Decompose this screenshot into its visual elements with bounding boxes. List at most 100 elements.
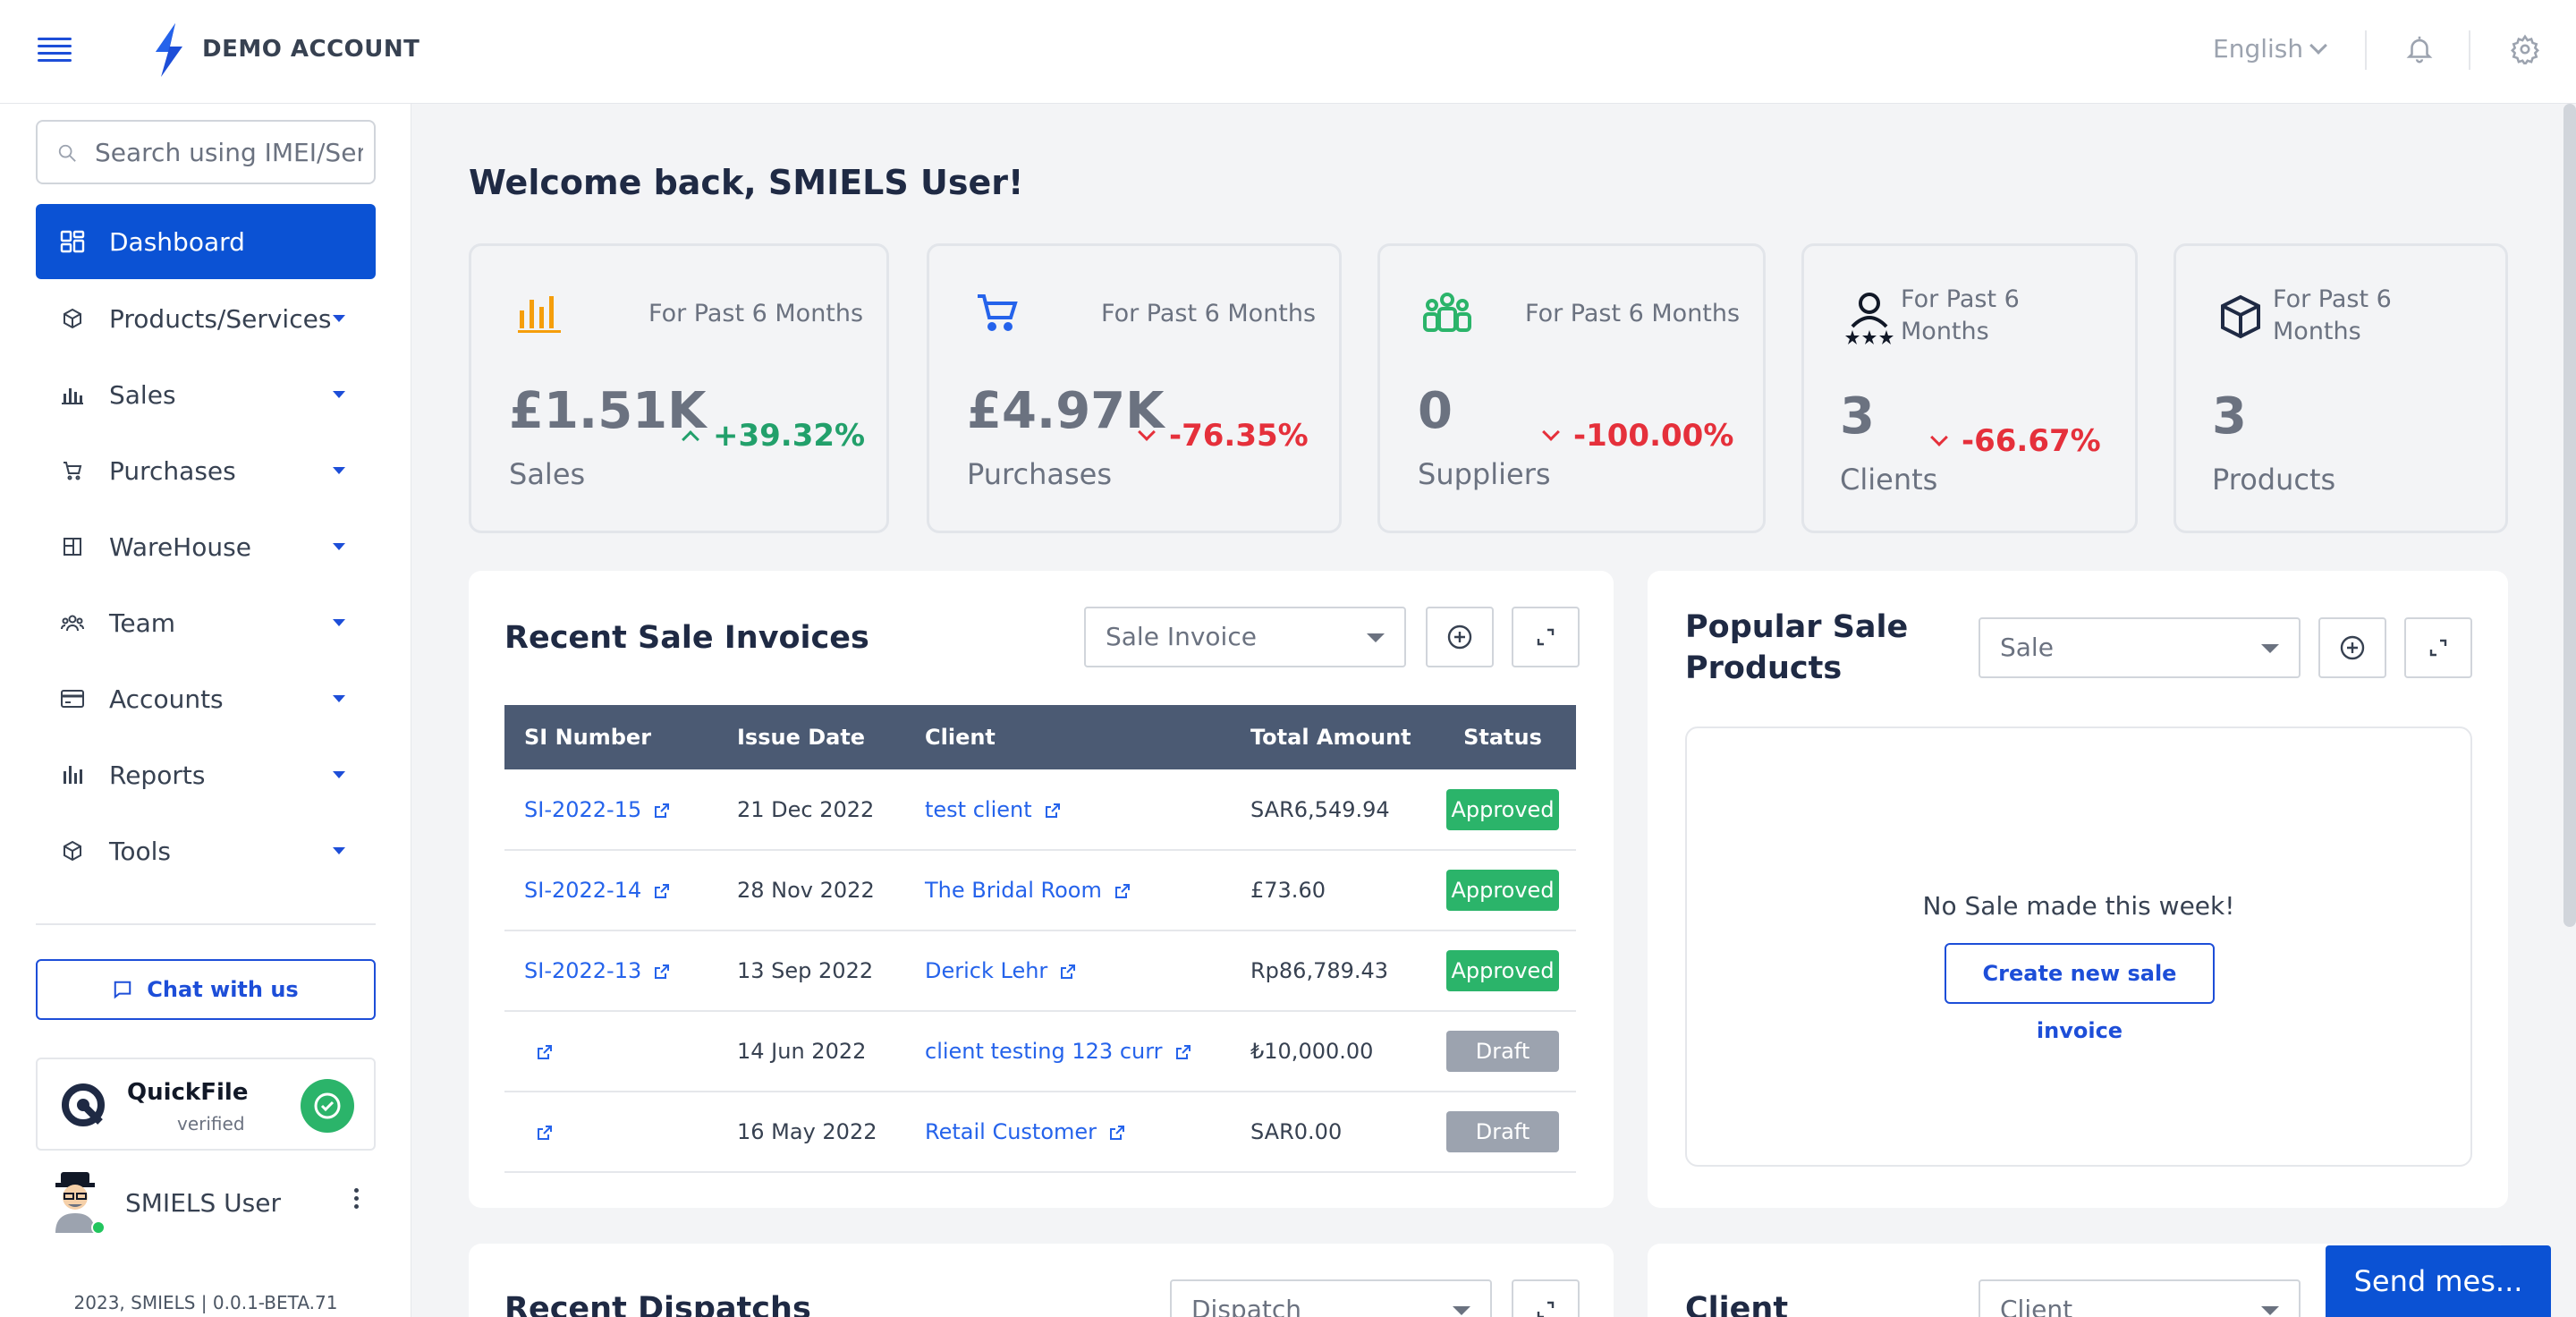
sidebar-item-label: Purchases (109, 455, 236, 486)
page-title: Welcome back, SMIELS User! (469, 163, 1024, 202)
client-link[interactable]: client testing 123 curr (925, 1039, 1191, 1064)
total-amount: SAR6,549.94 (1231, 769, 1429, 851)
bar-chart-icon (59, 381, 86, 408)
caret-down-icon (333, 771, 345, 778)
sidebar-item-tools[interactable]: Tools (36, 813, 376, 888)
stat-label: Suppliers (1418, 457, 1551, 491)
plus-circle-icon (1447, 625, 1472, 650)
status-badge: Draft (1446, 1031, 1559, 1072)
sidebar-item-dashboard[interactable]: Dashboard (36, 204, 376, 279)
panel-title: Client (1685, 1291, 1789, 1317)
client-name: test client (925, 796, 1032, 822)
panel-title-line: Products (1685, 650, 1843, 686)
reports-icon (59, 761, 86, 788)
send-message-button[interactable]: Send mes... (2326, 1245, 2551, 1317)
column-header: Status (1429, 705, 1576, 769)
sidebar-item-accounts[interactable]: Accounts (36, 661, 376, 736)
expand-button[interactable] (1512, 1279, 1580, 1317)
sidebar-item-warehouse[interactable]: WareHouse (36, 509, 376, 584)
check-circle-icon (301, 1079, 354, 1133)
stat-change-value: -66.67% (1962, 423, 2101, 459)
stat-change: +39.32% (682, 418, 866, 454)
sidebar-item-team[interactable]: Team (36, 585, 376, 660)
box-icon (59, 837, 86, 864)
stat-period: For Past 6 Months (1101, 300, 1317, 327)
dispatch-select[interactable]: Dispatch (1170, 1279, 1492, 1317)
status-badge: Approved (1446, 788, 1559, 830)
divider (2469, 30, 2470, 70)
status-badge: Draft (1446, 1111, 1559, 1152)
divider (2365, 30, 2367, 70)
stat-period-line: Months (1901, 318, 1989, 345)
client-link[interactable]: Retail Customer (925, 1119, 1125, 1144)
chat-icon (114, 981, 131, 999)
dashboard-icon (59, 228, 86, 255)
language-select[interactable]: English (2213, 34, 2328, 64)
clients-icon (1845, 293, 1894, 344)
invoice-link[interactable]: SI-2022-14 (524, 878, 670, 903)
invoice-link[interactable]: SI-2022-13 (524, 958, 670, 983)
panel-title-line: Popular Sale (1685, 609, 1909, 645)
issue-date: 13 Sep 2022 (717, 930, 905, 1012)
client-link[interactable]: Derick Lehr (925, 958, 1076, 983)
invoice-link[interactable] (524, 1039, 553, 1064)
box-icon (2221, 294, 2260, 339)
select-value: Sale Invoice (1106, 622, 1257, 651)
chat-with-us-button[interactable]: Chat with us (36, 959, 376, 1020)
caret-down-icon (333, 391, 345, 398)
sidebar-item-label: Sales (109, 379, 176, 410)
external-link-icon (1061, 964, 1076, 979)
caret-down-icon (1453, 1306, 1470, 1315)
client-link[interactable]: test client (925, 797, 1061, 822)
total-amount: Rp86,789.43 (1231, 930, 1429, 1012)
sidebar-item-purchases[interactable]: Purchases (36, 433, 376, 508)
stat-label: Products (2212, 463, 2336, 497)
search-box[interactable] (36, 120, 376, 184)
search-input[interactable] (95, 134, 363, 170)
table-row: SI-2022-15 21 Dec 2022 test client SAR6,… (504, 769, 1576, 851)
total-amount: £73.60 (1231, 850, 1429, 931)
sidebar-item-label: Reports (109, 760, 206, 790)
stat-change-value: +39.32% (713, 418, 866, 454)
invoice-link[interactable]: SI-2022-15 (524, 797, 670, 822)
caret-down-icon (333, 543, 345, 550)
more-options-icon[interactable] (347, 1185, 365, 1217)
hamburger-menu-icon[interactable] (38, 38, 72, 64)
stat-period-line: For Past 6 (2273, 285, 2392, 313)
team-icon (59, 609, 86, 636)
expand-button[interactable] (2404, 617, 2472, 678)
status-badge: Approved (1446, 950, 1559, 991)
cart-icon (59, 457, 86, 484)
column-header: Client (905, 705, 1231, 769)
stat-card-products: For Past 6 Months 3 Products (2174, 243, 2508, 533)
invoice-number: SI-2022-14 (524, 878, 642, 903)
add-button[interactable] (1426, 607, 1494, 667)
chat-label: Chat with us (147, 977, 299, 1002)
user-profile[interactable]: SMIELS User (36, 1167, 376, 1238)
bell-icon[interactable] (2404, 34, 2435, 64)
arrow-down-icon (1930, 429, 1948, 446)
gear-icon[interactable] (2510, 34, 2540, 64)
sidebar-item-label: Dashboard (109, 226, 245, 257)
sale-invoice-select[interactable]: Sale Invoice (1084, 607, 1406, 667)
caret-down-icon (2261, 644, 2279, 653)
issue-date: 28 Nov 2022 (717, 850, 905, 931)
invoice-link[interactable] (524, 1119, 553, 1144)
stat-card-purchases: For Past 6 Months £4.97K -76.35% Purchas… (927, 243, 1342, 533)
create-sale-invoice-button[interactable]: Create new sale invoice (1945, 943, 2215, 1043)
caret-down-icon (2261, 1306, 2279, 1315)
sale-select[interactable]: Sale (1979, 617, 2301, 678)
table-row: SI-2022-14 28 Nov 2022 The Bridal Room £… (504, 850, 1576, 931)
scrollbar[interactable] (2563, 104, 2576, 927)
stat-value: 3 (1840, 387, 1875, 446)
client-link[interactable]: The Bridal Room (925, 878, 1131, 903)
stat-period: For Past 6 Months (2273, 284, 2392, 348)
caret-down-icon (1367, 633, 1385, 642)
sidebar-item-products-services[interactable]: Products/Services (36, 281, 376, 356)
sidebar-item-reports[interactable]: Reports (36, 737, 376, 812)
expand-button[interactable] (1512, 607, 1580, 667)
sidebar-item-sales[interactable]: Sales (36, 357, 376, 432)
sidebar-divider (36, 923, 376, 925)
client-select[interactable]: Client (1979, 1279, 2301, 1317)
add-button[interactable] (2318, 617, 2386, 678)
